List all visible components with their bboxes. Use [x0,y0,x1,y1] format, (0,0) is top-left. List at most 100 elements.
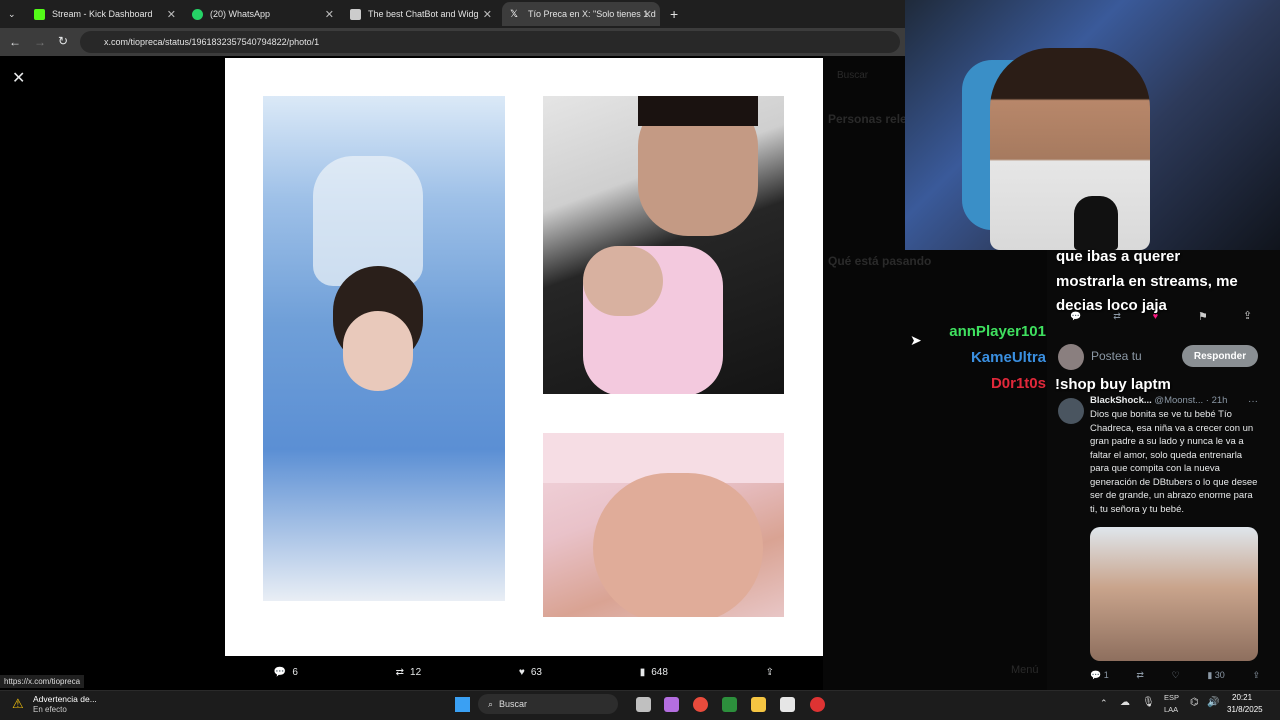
tab-label: Tío Preca en X: "Solo tienes 1 d [528,9,656,19]
share-icon[interactable]: ⇪ [1243,309,1252,322]
close-icon[interactable]: ✕ [167,8,176,21]
menu-label: Menú [1011,664,1039,676]
reload-icon[interactable]: ↻ [58,34,68,48]
whatsapp-icon [192,8,203,20]
reply-count: 6 [292,666,298,678]
reply-button[interactable]: 💬 6 [274,667,298,678]
post-action-bar: 💬 6 ⇄ 12 ♥ 63 ▮ 648 ⇪ [225,660,823,684]
mouse-cursor-icon: ➤ [910,332,922,348]
status-link: https://x.com/tiopreca [0,675,85,688]
url-text: x.com/tiopreca/status/196183235754079482… [104,37,320,47]
like-button[interactable]: ♥ 63 [519,667,542,678]
tweet-image[interactable] [1090,527,1258,661]
close-icon[interactable]: ✕ [325,8,334,21]
section-heading: Qué está pasando [828,254,932,268]
new-tab-button[interactable]: + [662,2,682,26]
file-explorer-icon[interactable] [751,697,766,712]
comment-line: mostrarla en streams, me [1056,273,1238,290]
chrome-icon[interactable] [693,697,708,712]
tab-label: The best ChatBot and Widg [368,9,479,19]
microphone-icon[interactable]: 🎙 [1142,697,1155,708]
tab-label: (20) WhatsApp [210,9,271,19]
webcam-person [990,48,1150,250]
chatbot-icon [350,8,361,20]
avatar [1058,398,1084,424]
tab-chatbot[interactable]: The best ChatBot and Widg ✕ [342,2,500,26]
heart-icon[interactable]: ♥ [1153,311,1158,322]
comment-line: que ibas a querer [1056,248,1181,265]
close-icon[interactable]: ✕ [483,8,492,21]
share-button[interactable]: ⇪ [766,667,774,678]
bookmark-icon[interactable]: ⚑ [1198,310,1208,323]
tab-label: Stream - Kick Dashboard [52,9,153,19]
search-input-label: Buscar [837,70,869,81]
close-icon[interactable]: ✕ [643,8,652,21]
reply-icon[interactable]: 💬 [1070,311,1081,322]
tweet-handle[interactable]: @Moonst... [1154,395,1203,406]
cloud-icon[interactable]: ☁ [1120,697,1130,708]
repost-icon[interactable]: ⇄ [1136,670,1144,681]
reply-icon: 💬 [273,666,287,678]
app-icon[interactable] [810,697,825,712]
reply-input[interactable]: Postea tu [1091,349,1142,363]
language-layout[interactable]: LAA [1164,705,1178,714]
reply-count: 1 [1103,670,1109,680]
language-code[interactable]: ESP [1164,693,1179,702]
avatar [1058,344,1084,370]
post-photo [225,58,823,656]
views-button[interactable]: ▮ 648 [640,667,668,678]
tab-kick[interactable]: Stream - Kick Dashboard ✕ [26,2,184,26]
tray-chevron-icon[interactable]: ⌃ [1100,698,1108,709]
view-count: 30 [1214,670,1225,680]
tweet-time[interactable]: · 21h [1206,395,1228,406]
share-icon[interactable]: ⇪ [1252,670,1260,681]
notification-subtitle: En efecto [33,705,67,714]
share-icon: ⇪ [765,666,775,678]
network-icon[interactable]: ⌬ [1190,697,1199,708]
shop-command: !shop buy laptm [1055,376,1171,393]
volume-icon[interactable]: 🔊 [1207,697,1219,708]
back-icon[interactable]: ← [9,35,21,49]
repost-icon: ⇄ [395,666,405,678]
bar-chart-icon: ▮ [639,666,646,678]
reply-button[interactable]: 💬 1 [1090,670,1109,681]
views-button[interactable]: ▮ 30 [1207,670,1224,681]
taskbar-search[interactable]: ⌕ Buscar [478,694,618,714]
chatter-name: annPlayer101 [949,323,1046,340]
close-icon[interactable]: ✕ [12,68,25,88]
microphone [1074,196,1118,250]
store-icon[interactable] [780,697,795,712]
repost-icon[interactable]: ⇄ [1113,311,1121,322]
tab-x-post[interactable]: 𝕏 Tío Preca en X: "Solo tienes 1 d ✕ [502,2,660,26]
tweet-header: BlackShock... @Moonst... · 21h [1090,395,1262,406]
url-field[interactable]: x.com/tiopreca/status/196183235754079482… [80,31,900,53]
view-count: 648 [651,666,668,678]
tweet-actions: 💬 1 ⇄ ♡ ▮ 30 ⇪ [1090,670,1260,681]
like-count: 63 [530,666,542,678]
heart-icon: ♥ [518,666,525,678]
kick-icon [34,8,45,20]
tweet-body: Dios que bonita se ve tu bebé Tío Chadre… [1090,409,1258,515]
heart-icon[interactable]: ♡ [1172,670,1180,681]
copilot-icon[interactable] [664,697,679,712]
reply-tweet: BlackShock... @Moonst... · 21h Dios que … [1090,395,1262,516]
clock-date[interactable]: 31/8/2025 [1227,705,1263,714]
warning-icon: ⚠ [12,696,24,711]
task-view-icon[interactable] [636,697,651,712]
repost-button[interactable]: ⇄ 12 [396,667,422,678]
reply-submit-button[interactable]: Responder [1182,345,1258,367]
x-logo-icon: 𝕏 [510,8,519,20]
photo-collage-left [263,96,505,601]
photo-collage-top-right [543,96,784,394]
notification-title[interactable]: Advertencia de... [33,694,97,704]
forward-icon[interactable]: → [34,35,46,49]
more-icon[interactable]: ··· [1248,396,1258,407]
windows-start-icon[interactable] [455,697,470,712]
tab-whatsapp[interactable]: (20) WhatsApp ✕ [184,2,342,26]
chatter-name: KameUltra [970,349,1046,366]
xbox-icon[interactable] [722,697,737,712]
tab-search-icon[interactable]: ⌄ [0,2,24,26]
clock-time[interactable]: 20:21 [1232,693,1252,702]
tweet-author[interactable]: BlackShock... [1090,395,1152,406]
repost-count: 12 [410,666,422,678]
